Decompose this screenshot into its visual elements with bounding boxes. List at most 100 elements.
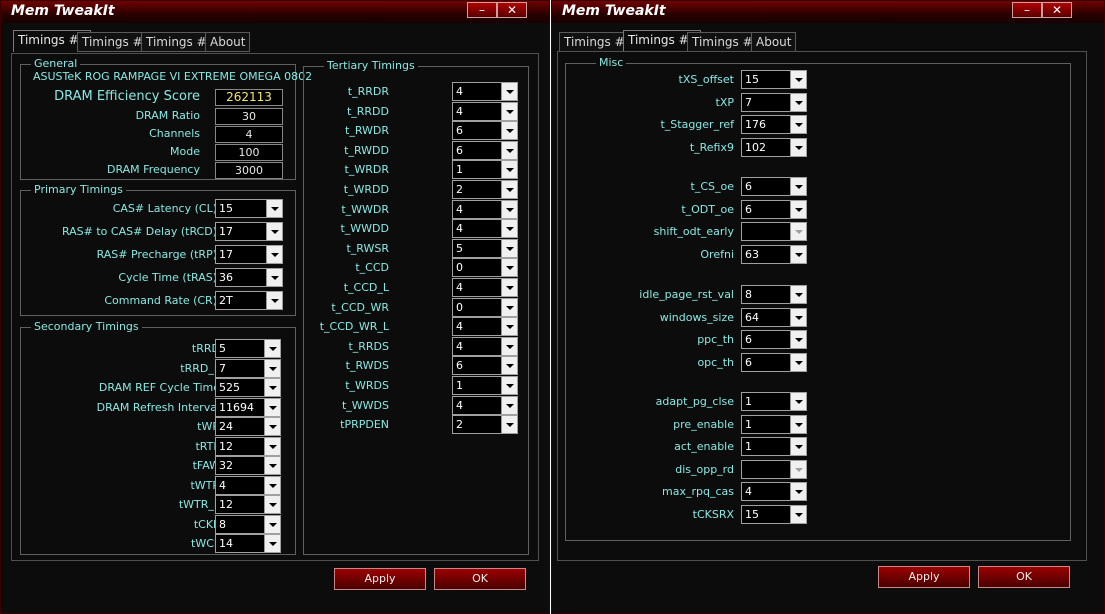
chevron-down-icon[interactable]: [501, 122, 517, 140]
ok-button[interactable]: OK: [978, 566, 1070, 588]
chevron-down-icon[interactable]: [790, 71, 806, 88]
tcksrx-select[interactable]: 15: [741, 505, 807, 524]
chevron-down-icon[interactable]: [790, 245, 806, 263]
chevron-down-icon[interactable]: [790, 200, 806, 218]
chevron-down-icon[interactable]: [264, 496, 280, 513]
chevron-down-icon[interactable]: [790, 93, 806, 111]
t-rrds-select[interactable]: 4: [452, 336, 518, 356]
ppc-th-select[interactable]: 6: [741, 330, 807, 350]
chevron-down-icon[interactable]: [264, 515, 280, 533]
chevron-down-icon[interactable]: [790, 393, 806, 410]
t-rrdr-select[interactable]: 4: [452, 82, 518, 101]
twtr-l-select[interactable]: 12: [215, 495, 281, 514]
t-rrdd-select[interactable]: 4: [452, 101, 518, 121]
apply-button[interactable]: Apply: [878, 566, 970, 588]
dram-ref-cycle-time-select[interactable]: 525: [215, 378, 281, 397]
trrd-select[interactable]: 5: [215, 339, 281, 358]
t-stagger-ref-select[interactable]: 176: [741, 115, 807, 135]
t-refix9-select[interactable]: 102: [741, 137, 807, 157]
tab-about[interactable]: About: [205, 32, 251, 52]
act-enable-select[interactable]: 1: [741, 437, 807, 457]
chevron-down-icon[interactable]: [790, 353, 806, 371]
chevron-down-icon[interactable]: [790, 415, 806, 433]
chevron-down-icon[interactable]: [264, 379, 280, 396]
chevron-down-icon[interactable]: [501, 83, 517, 100]
twr-select[interactable]: 24: [215, 417, 281, 436]
t-wrdr-select[interactable]: 1: [452, 160, 518, 180]
twtr-select[interactable]: 4: [215, 475, 281, 495]
cas-latency-cl-select[interactable]: 15: [215, 199, 283, 218]
orefni-select[interactable]: 63: [741, 244, 807, 264]
t-rwdd-select[interactable]: 6: [452, 140, 518, 160]
chevron-down-icon[interactable]: [266, 223, 282, 240]
cycle-time-tras-select[interactable]: 36: [215, 268, 283, 287]
t-odt-oe-select[interactable]: 6: [741, 199, 807, 219]
chevron-down-icon[interactable]: [501, 181, 517, 198]
dis-opp-rd-select[interactable]: [741, 459, 807, 479]
t-ccd-wr-l-select[interactable]: 4: [452, 317, 518, 337]
ras-precharge-trp-select[interactable]: 17: [215, 245, 283, 264]
opc-th-select[interactable]: 6: [741, 352, 807, 372]
chevron-down-icon[interactable]: [501, 220, 517, 238]
trtp-select[interactable]: 12: [215, 436, 281, 456]
chevron-down-icon[interactable]: [501, 259, 517, 277]
chevron-down-icon[interactable]: [264, 359, 280, 377]
t-wwdd-select[interactable]: 4: [452, 219, 518, 239]
chevron-down-icon[interactable]: [501, 416, 517, 434]
chevron-down-icon[interactable]: [264, 340, 280, 357]
chevron-down-icon[interactable]: [790, 286, 806, 303]
dram-refresh-interval-select[interactable]: 11694: [215, 397, 281, 417]
close-button[interactable]: ✕: [497, 2, 527, 18]
chevron-down-icon[interactable]: [501, 298, 517, 316]
shift-odt-early-select[interactable]: [741, 222, 807, 242]
ras-to-cas-delay-trcd-select[interactable]: 17: [215, 222, 283, 241]
chevron-down-icon[interactable]: [790, 308, 806, 326]
chevron-down-icon[interactable]: [266, 200, 282, 217]
chevron-down-icon[interactable]: [790, 116, 806, 134]
chevron-down-icon[interactable]: [501, 161, 517, 179]
chevron-down-icon[interactable]: [790, 138, 806, 156]
chevron-down-icon[interactable]: [501, 357, 517, 375]
t-wrdd-select[interactable]: 2: [452, 180, 518, 199]
twcl-select[interactable]: 14: [215, 534, 281, 553]
t-rwdr-select[interactable]: 6: [452, 121, 518, 141]
trrd-l-select[interactable]: 7: [215, 358, 281, 378]
t-rwsr-select[interactable]: 5: [452, 238, 518, 258]
chevron-down-icon[interactable]: [790, 460, 806, 478]
pre-enable-select[interactable]: 1: [741, 414, 807, 434]
t-wwds-select[interactable]: 4: [452, 395, 518, 415]
tab-about[interactable]: About: [751, 32, 797, 52]
chevron-down-icon[interactable]: [501, 337, 517, 355]
txs-offset-select[interactable]: 15: [741, 70, 807, 89]
minimize-button[interactable]: –: [1012, 2, 1042, 18]
close-button[interactable]: ✕: [1042, 2, 1072, 18]
max-rpq-cas-select[interactable]: 4: [741, 482, 807, 502]
t-ccd-l-select[interactable]: 4: [452, 278, 518, 297]
chevron-down-icon[interactable]: [501, 279, 517, 296]
chevron-down-icon[interactable]: [266, 269, 282, 286]
chevron-down-icon[interactable]: [501, 141, 517, 159]
t-ccd-select[interactable]: 0: [452, 258, 518, 278]
idle-page-rst-val-select[interactable]: 8: [741, 285, 807, 304]
chevron-down-icon[interactable]: [266, 246, 282, 263]
chevron-down-icon[interactable]: [790, 483, 806, 501]
t-wrds-select[interactable]: 1: [452, 376, 518, 395]
chevron-down-icon[interactable]: [501, 239, 517, 257]
t-ccd-wr-select[interactable]: 0: [452, 297, 518, 317]
t-wwdr-select[interactable]: 4: [452, 199, 518, 219]
chevron-down-icon[interactable]: [501, 200, 517, 218]
chevron-down-icon[interactable]: [266, 292, 282, 309]
chevron-down-icon[interactable]: [264, 418, 280, 435]
t-cs-oe-select[interactable]: 6: [741, 177, 807, 196]
txp-select[interactable]: 7: [741, 92, 807, 112]
chevron-down-icon[interactable]: [501, 396, 517, 414]
tprpden-select[interactable]: 2: [452, 415, 518, 435]
chevron-down-icon[interactable]: [790, 178, 806, 195]
chevron-down-icon[interactable]: [790, 223, 806, 241]
minimize-button[interactable]: –: [467, 2, 497, 18]
chevron-down-icon[interactable]: [264, 437, 280, 455]
chevron-down-icon[interactable]: [501, 102, 517, 120]
chevron-down-icon[interactable]: [264, 398, 280, 416]
chevron-down-icon[interactable]: [501, 377, 517, 394]
chevron-down-icon[interactable]: [264, 535, 280, 552]
